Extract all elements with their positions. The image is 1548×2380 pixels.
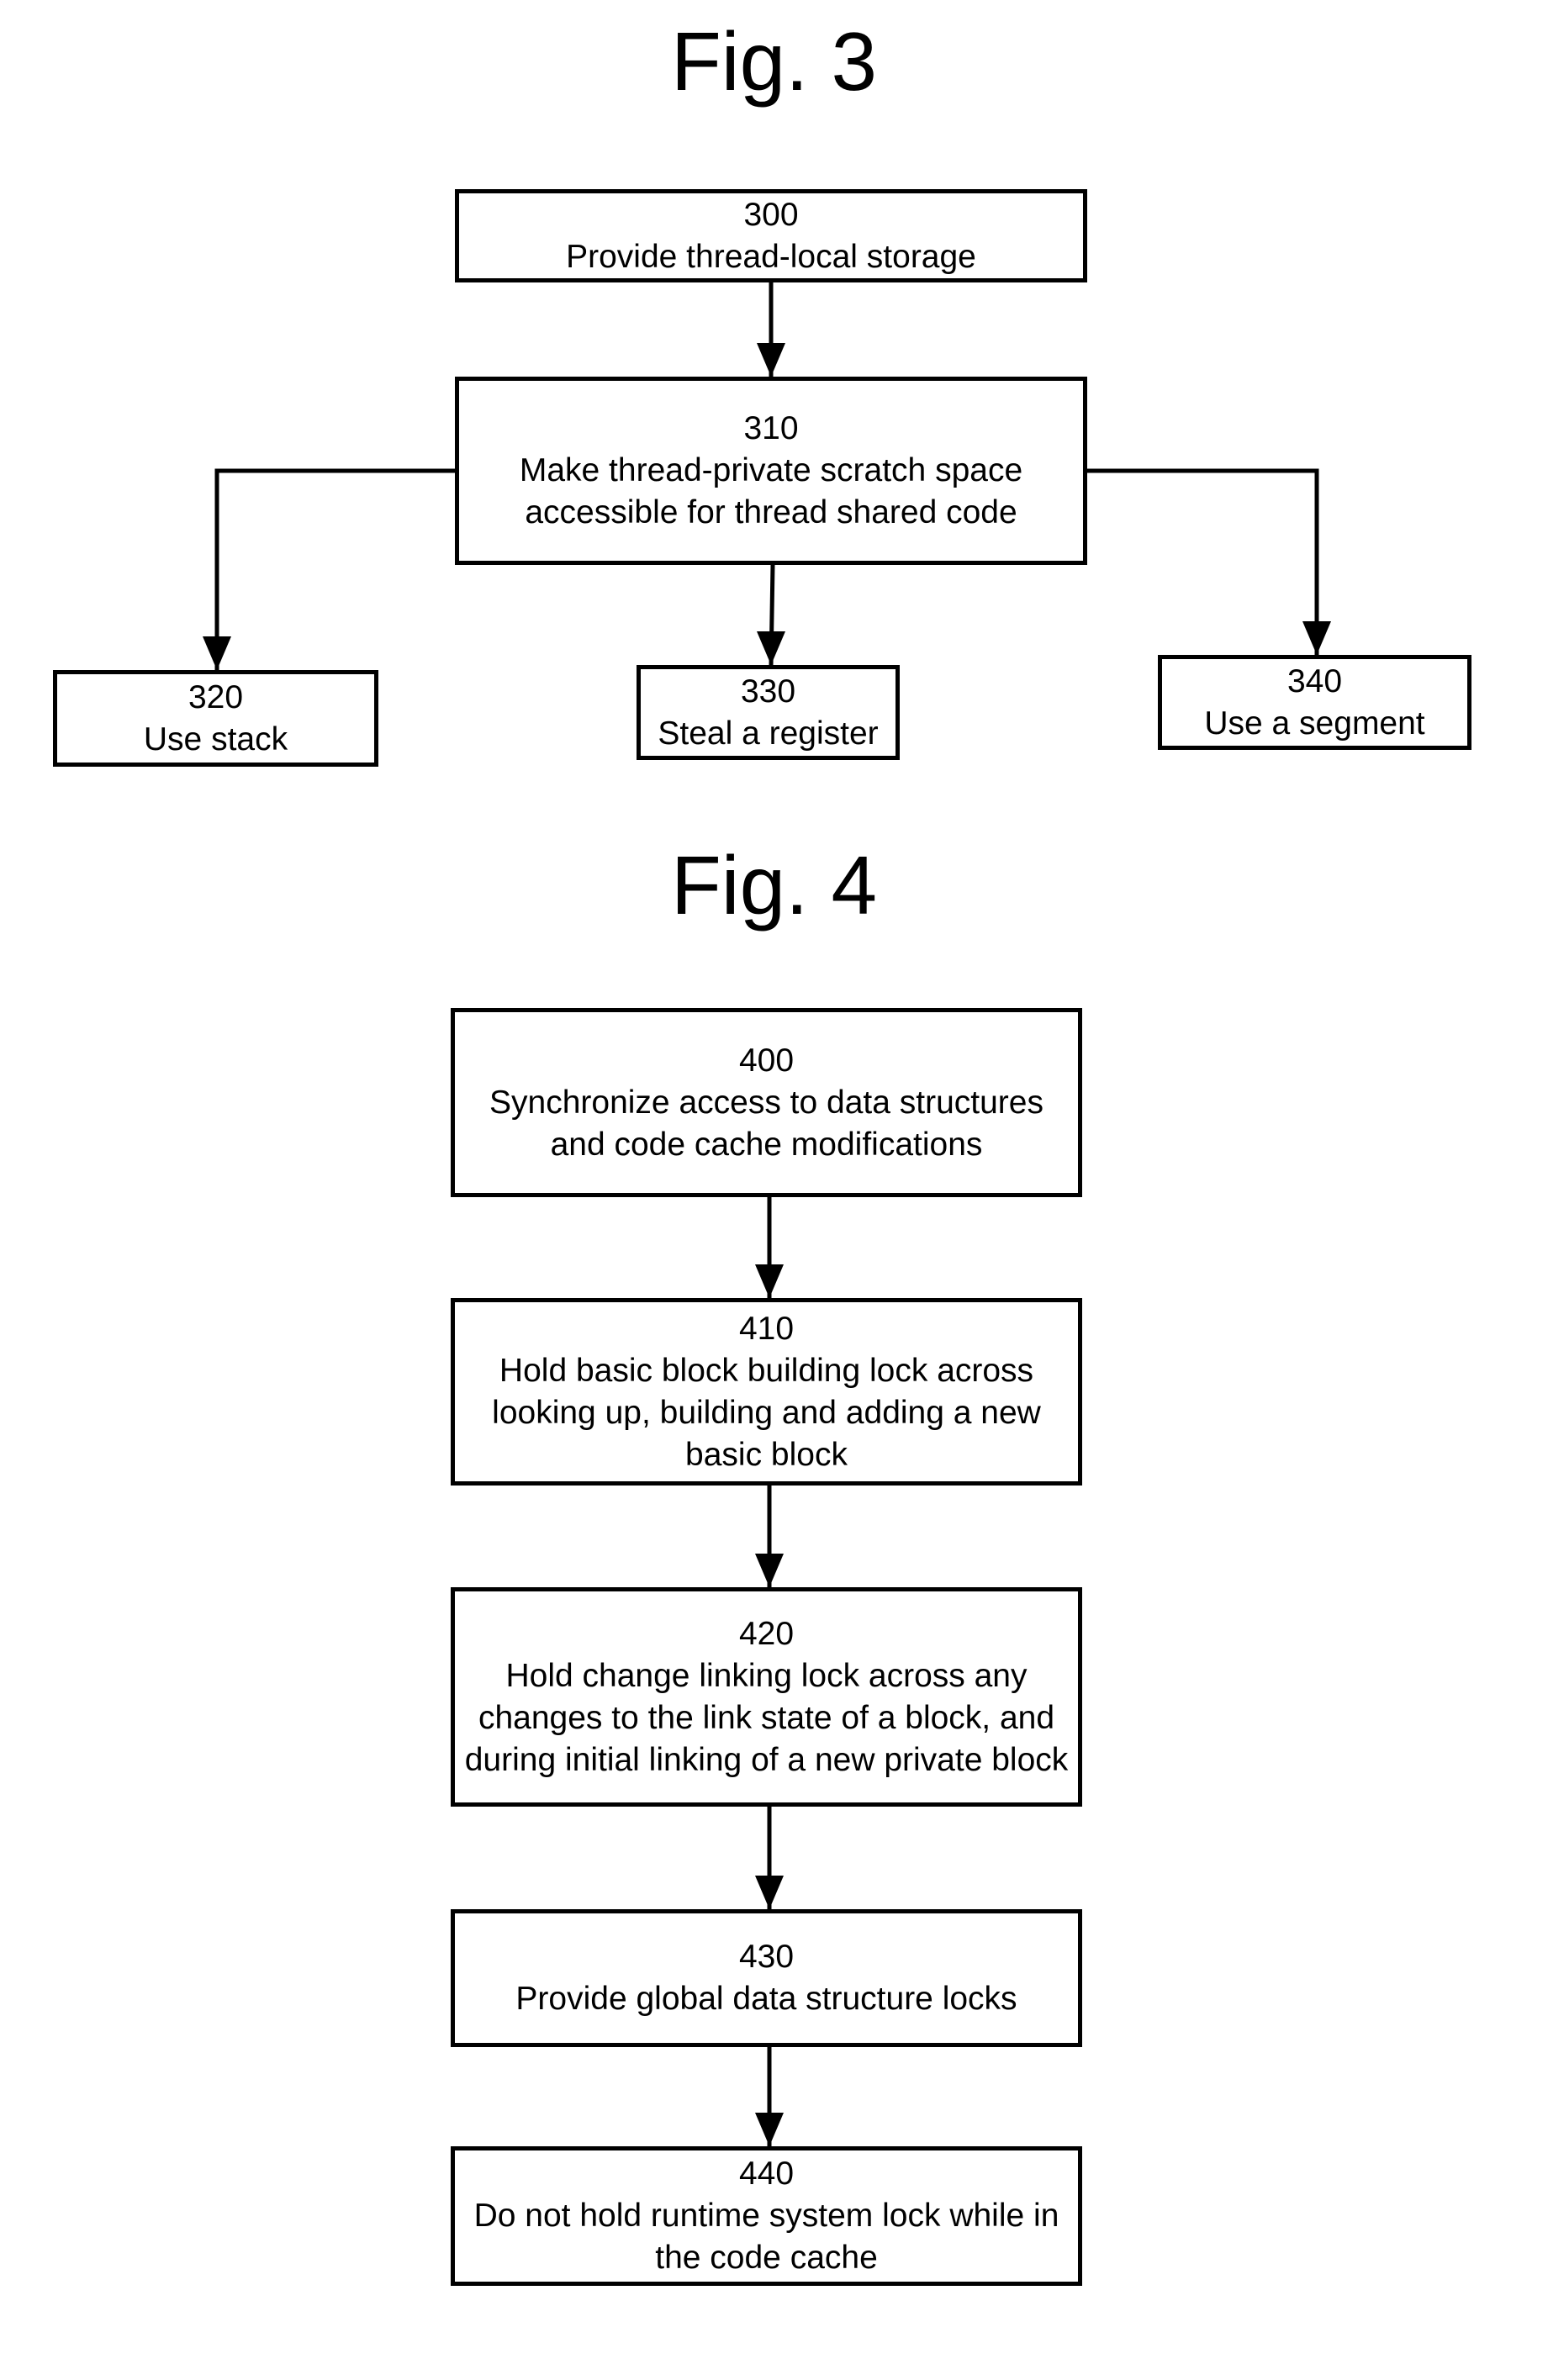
node-440: 440 Do not hold runtime system lock whil… <box>451 2146 1082 2286</box>
node-440-number: 440 <box>738 2156 795 2192</box>
node-340-number: 340 <box>1286 662 1343 699</box>
node-320-number: 320 <box>188 678 244 715</box>
node-420-label: Hold change linking lock across any chan… <box>464 1657 1069 1778</box>
node-410-label: Hold basic block building lock across lo… <box>492 1352 1041 1473</box>
arrowhead-420 <box>755 1554 784 1587</box>
node-430-number: 430 <box>738 1939 795 1975</box>
node-440-label: Do not hold runtime system lock while in… <box>473 2198 1059 2276</box>
arrowhead-340 <box>1302 621 1331 655</box>
node-430: 430 Provide global data structure locks <box>451 1909 1082 2047</box>
node-330-label: Steal a register <box>658 715 879 752</box>
node-420-number: 420 <box>738 1615 795 1652</box>
node-310: 310 Make thread-private scratch space ac… <box>455 377 1087 565</box>
edge-310-320 <box>214 468 455 670</box>
node-310-label: Make thread-private scratch space access… <box>519 452 1023 530</box>
fig4-title: Fig. 4 <box>670 839 878 931</box>
node-400-label: Synchronize access to data structures an… <box>489 1084 1043 1163</box>
node-330-number: 330 <box>740 673 796 710</box>
node-300: 300 Provide thread-local storage <box>455 189 1087 282</box>
node-330: 330 Steal a register <box>637 665 900 760</box>
node-320: 320 Use stack <box>53 670 378 767</box>
node-320-label: Use stack <box>143 720 288 757</box>
node-400-number: 400 <box>738 1042 795 1079</box>
node-410-number: 410 <box>738 1310 795 1347</box>
arrowhead-440 <box>755 2113 784 2146</box>
node-430-label: Provide global data structure locks <box>515 1981 1017 2017</box>
arrowhead-430 <box>755 1876 784 1909</box>
node-400: 400 Synchronize access to data structure… <box>451 1008 1082 1197</box>
arrowhead-320 <box>203 636 231 670</box>
node-410: 410 Hold basic block building lock acros… <box>451 1298 1082 1486</box>
node-340: 340 Use a segment <box>1158 655 1471 750</box>
node-300-label: Provide thread-local storage <box>566 238 976 275</box>
arrowhead-330 <box>757 631 785 665</box>
node-310-number: 310 <box>743 410 799 446</box>
edge-310-340 <box>1087 468 1319 655</box>
fig3-title: Fig. 3 <box>670 15 878 108</box>
node-340-label: Use a segment <box>1204 705 1425 741</box>
arrowhead-310 <box>757 343 785 377</box>
node-420: 420 Hold change linking lock across any … <box>451 1587 1082 1807</box>
node-300-number: 300 <box>743 196 799 233</box>
arrowhead-410 <box>755 1264 784 1298</box>
